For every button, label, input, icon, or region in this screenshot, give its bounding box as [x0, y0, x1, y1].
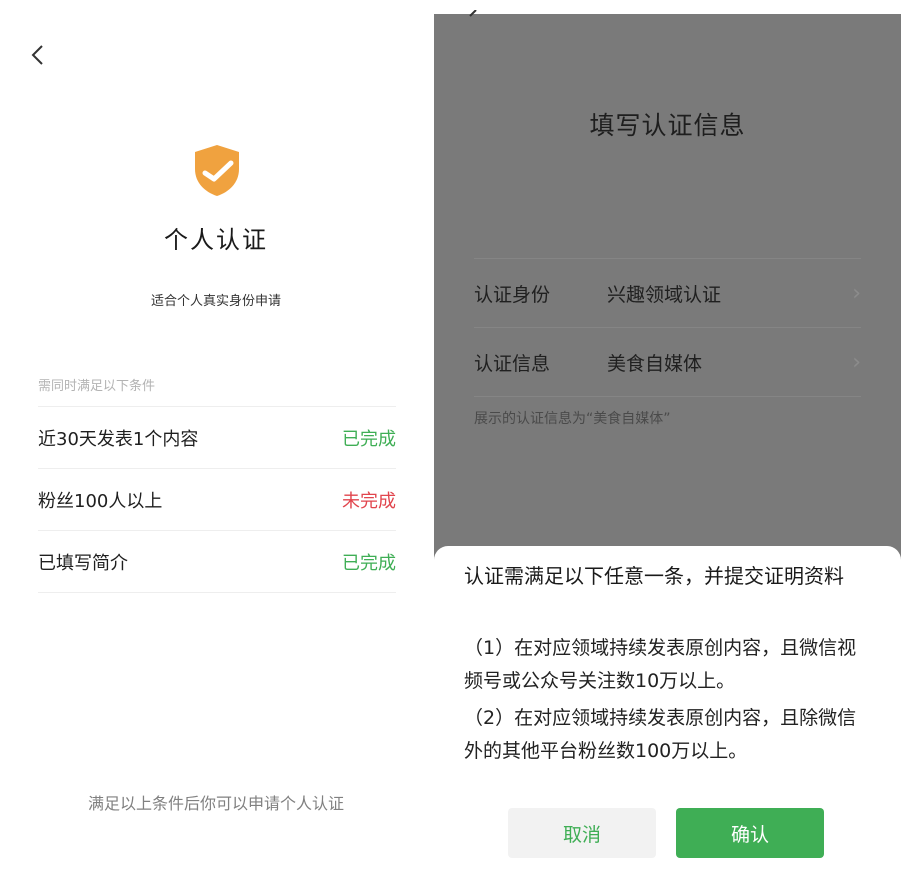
- back-icon[interactable]: [28, 42, 50, 68]
- sheet-heading: 认证需满足以下任意一条，并提交证明资料: [464, 564, 844, 588]
- personal-verification-screen: 个人认证 适合个人真实身份申请 需同时满足以下条件 近30天发表1个内容 已完成…: [0, 0, 432, 879]
- chevron-right-icon: ›: [852, 349, 861, 375]
- condition-label: 已填写简介: [38, 552, 128, 574]
- display-hint: 展示的认证信息为“美食自媒体”: [474, 411, 671, 427]
- list-item: 已填写简介 已完成: [38, 531, 396, 593]
- conditions-list: 近30天发表1个内容 已完成 粉丝100人以上 未完成 已填写简介 已完成: [38, 406, 396, 593]
- requirement-item: （1）在对应领域持续发表原创内容，且微信视频号或公众号关注数10万以上。: [464, 637, 857, 692]
- confirm-button[interactable]: 确认: [676, 808, 824, 858]
- cancel-button[interactable]: 取消: [508, 808, 656, 858]
- info-row[interactable]: 认证信息 美食自媒体 ›: [474, 328, 861, 397]
- status-badge: 未完成: [342, 490, 396, 512]
- footer-note: 满足以上条件后你可以申请个人认证: [87, 794, 344, 813]
- conditions-heading: 需同时满足以下条件: [38, 379, 156, 394]
- requirements-sheet: 认证需满足以下任意一条，并提交证明资料 （1）在对应领域持续发表原创内容，且微信…: [434, 546, 901, 879]
- identity-row[interactable]: 认证身份 兴趣领域认证 ›: [474, 259, 861, 328]
- list-item: 近30天发表1个内容 已完成: [38, 407, 396, 469]
- fill-verification-info-screen: 填写认证信息 认证身份 兴趣领域认证 › 认证信息 美食自媒体 › 展示的认证信…: [434, 9, 901, 879]
- condition-label: 近30天发表1个内容: [38, 428, 199, 450]
- back-icon[interactable]: [464, 9, 484, 26]
- row-value: 兴趣领域认证: [607, 283, 722, 306]
- list-item: 粉丝100人以上 未完成: [38, 469, 396, 531]
- row-key: 认证信息: [474, 352, 551, 375]
- page-title: 个人认证: [164, 226, 268, 254]
- page-title: 填写认证信息: [589, 111, 746, 140]
- page-subtitle: 适合个人真实身份申请: [150, 294, 281, 309]
- condition-label: 粉丝100人以上: [38, 490, 163, 512]
- row-key: 认证身份: [474, 283, 551, 306]
- status-badge: 已完成: [342, 428, 396, 450]
- info-rows: 认证身份 兴趣领域认证 › 认证信息 美食自媒体 ›: [474, 258, 861, 397]
- requirement-item: （2）在对应领域持续发表原创内容，且除微信外的其他平台粉丝数100万以上。: [464, 707, 857, 762]
- row-value: 美食自媒体: [607, 352, 703, 375]
- status-badge: 已完成: [342, 552, 396, 574]
- shield-check-icon: [193, 143, 241, 197]
- chevron-right-icon: ›: [852, 280, 861, 306]
